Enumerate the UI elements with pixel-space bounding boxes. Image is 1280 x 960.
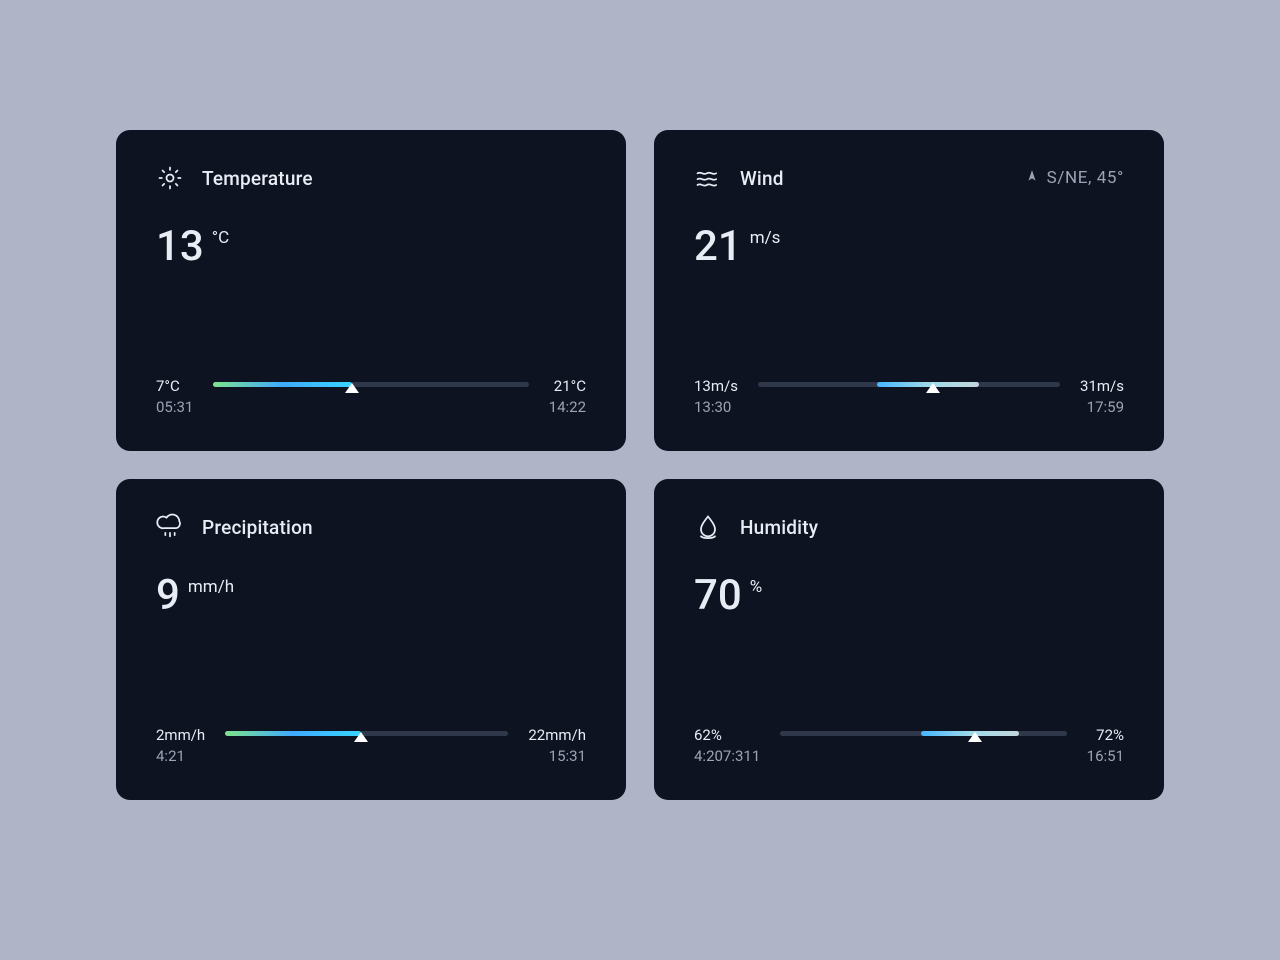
range-fill (213, 382, 352, 387)
range-min-time: 13:30 (694, 397, 738, 419)
wind-direction: S/NE, 45° (1025, 168, 1124, 188)
wind-card: Wind S/NE, 45° 21 m/s 13m/s 13:30 (654, 130, 1164, 451)
card-title: Wind (740, 167, 784, 190)
range-min: 7°C 05:31 (156, 376, 193, 420)
range-min-time: 05:31 (156, 397, 193, 419)
range-max: 22mm/h 15:31 (528, 725, 586, 769)
humidity-unit: % (750, 577, 762, 597)
humidity-icon (694, 513, 722, 541)
range-max: 31m/s 17:59 (1080, 376, 1124, 420)
humidity-card: Humidity 70 % 62% 4:207:311 72% 16:51 (654, 479, 1164, 800)
temperature-card: Temperature 13 °C 7°C 05:31 21°C 14:22 (116, 130, 626, 451)
range-min-time: 4:21 (156, 746, 205, 768)
precipitation-value: 9 (156, 575, 180, 617)
wind-value: 21 (694, 226, 742, 268)
rain-icon (156, 513, 184, 541)
compass-icon (1025, 168, 1039, 188)
range-min-value: 7°C (156, 376, 193, 398)
range-max-value: 72% (1087, 725, 1124, 747)
weather-card-grid: Temperature 13 °C 7°C 05:31 21°C 14:22 (0, 0, 1280, 960)
precipitation-card: Precipitation 9 mm/h 2mm/h 4:21 22mm/h 1… (116, 479, 626, 800)
card-title: Temperature (202, 167, 313, 190)
range-max-time: 14:22 (549, 397, 586, 419)
temperature-value: 13 (156, 226, 204, 268)
range-max: 21°C 14:22 (549, 376, 586, 420)
range-max-time: 15:31 (528, 746, 586, 768)
wind-unit: m/s (750, 228, 781, 248)
range-slider[interactable] (758, 376, 1060, 387)
precipitation-unit: mm/h (188, 577, 234, 597)
card-title: Humidity (740, 516, 818, 539)
range-max-value: 31m/s (1080, 376, 1124, 398)
humidity-value: 70 (694, 575, 742, 617)
temperature-unit: °C (212, 228, 229, 248)
range-min: 2mm/h 4:21 (156, 725, 205, 769)
range-max: 72% 16:51 (1087, 725, 1124, 769)
range-max-value: 22mm/h (528, 725, 586, 747)
range-slider[interactable] (213, 376, 528, 387)
sun-icon (156, 164, 184, 192)
range-thumb[interactable] (926, 383, 940, 393)
range-min-value: 62% (694, 725, 760, 747)
wind-icon (694, 164, 722, 192)
range-max-value: 21°C (549, 376, 586, 398)
range-min-value: 2mm/h (156, 725, 205, 747)
range-thumb[interactable] (968, 732, 982, 742)
range-min-value: 13m/s (694, 376, 738, 398)
range-min: 13m/s 13:30 (694, 376, 738, 420)
range-slider[interactable] (780, 725, 1066, 736)
range-slider[interactable] (225, 725, 508, 736)
range-max-time: 17:59 (1080, 397, 1124, 419)
range-min-time: 4:207:311 (694, 746, 760, 768)
range-thumb[interactable] (354, 732, 368, 742)
wind-direction-label: S/NE, 45° (1047, 168, 1124, 188)
range-max-time: 16:51 (1087, 746, 1124, 768)
range-thumb[interactable] (345, 383, 359, 393)
card-title: Precipitation (202, 516, 313, 539)
range-fill (225, 731, 361, 736)
range-min: 62% 4:207:311 (694, 725, 760, 769)
